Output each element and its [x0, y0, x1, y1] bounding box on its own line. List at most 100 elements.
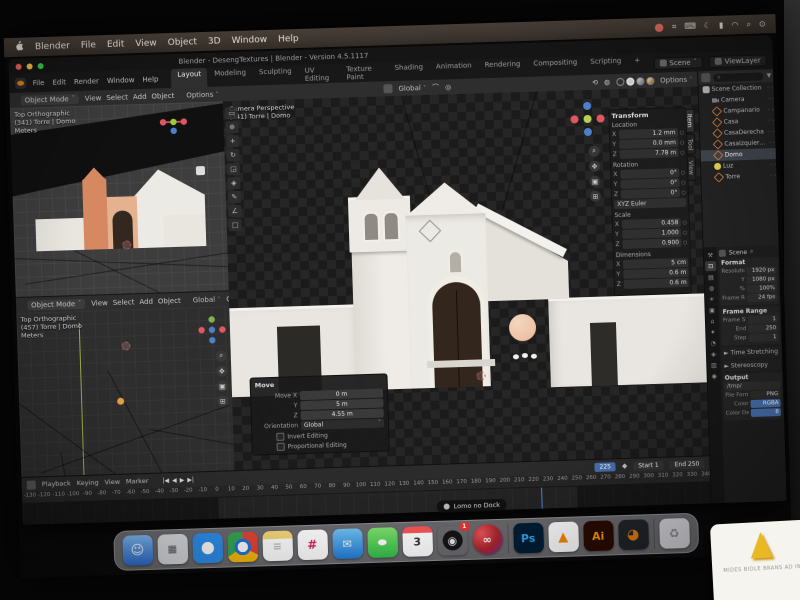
properties-tab-icon[interactable]: ▥ [708, 360, 719, 370]
dock-app-icon[interactable]: # [297, 529, 328, 560]
properties-tab-icon[interactable]: ◍ [706, 283, 717, 293]
visibility-icons[interactable]: ◦◦ [769, 162, 777, 168]
visibility-icons[interactable]: ◦◦ [767, 107, 775, 113]
keyframe-dot-icon[interactable]: ○ [681, 169, 686, 175]
viewport-b-canvas[interactable]: Top Orthographic(457) Torre | DomoMeters [16, 306, 234, 478]
menubar-item[interactable]: Object [168, 37, 198, 48]
timeline-menu-item[interactable]: Keying [77, 478, 99, 487]
location-field[interactable]: 7.78 m [620, 148, 679, 159]
minimize-window-button[interactable] [26, 63, 32, 69]
topbar-menu-item[interactable]: Edit [52, 78, 66, 86]
playhead[interactable]: 225 [541, 488, 543, 510]
menubar-item[interactable]: Help [278, 33, 299, 44]
apple-menu-icon[interactable] [14, 40, 24, 55]
keyframe-dot-icon[interactable]: ○ [683, 229, 688, 235]
property-field[interactable]: 1 [748, 333, 778, 342]
dock-app-icon[interactable]: Ps [513, 523, 544, 554]
close-window-button[interactable] [16, 63, 22, 69]
overlays-toggle-icon[interactable]: ◍ [604, 78, 610, 86]
camera-view-icon[interactable]: ▣ [217, 380, 228, 391]
workspace-tab[interactable]: UV Editing [298, 63, 339, 84]
snap-magnet-icon[interactable]: ⌒ [432, 82, 439, 92]
property-field[interactable]: 8 [751, 408, 781, 417]
dock-app-icon[interactable]: ⬬ [367, 527, 398, 558]
frame-end-field[interactable]: End 250 [670, 459, 705, 469]
auto-key-icon[interactable]: ◆ [622, 462, 628, 470]
keyframe-dot-icon[interactable]: ○ [681, 189, 686, 195]
properties-tab-icon[interactable]: ⊡ [705, 261, 716, 271]
transform-orientation-dropdown[interactable]: Global ˅ [398, 84, 426, 93]
collapsed-panel[interactable]: ► Stereoscopy [722, 359, 781, 372]
dock-app-icon[interactable]: ◕ [618, 519, 649, 550]
church-right-wing[interactable] [163, 214, 206, 247]
proportional-edit-icon[interactable]: ◎ [445, 83, 451, 91]
current-frame-field[interactable]: 225 [594, 462, 616, 472]
menubar-item[interactable]: 3D [208, 36, 221, 46]
keyframe-dot-icon[interactable]: ○ [680, 139, 685, 145]
viewport-bottom-left[interactable]: Object Mode˅ ViewSelectAddObject Global … [16, 290, 236, 478]
viewport-menu-item[interactable]: Add [139, 297, 153, 305]
topbar-menu-item[interactable]: Window [107, 76, 135, 85]
visibility-icons[interactable]: ◦◦ [767, 85, 775, 91]
viewport-top-left[interactable]: Object Mode˅ ViewSelectAddObject Options… [9, 86, 229, 297]
visibility-icons[interactable]: ◦◦ [767, 96, 775, 102]
property-field[interactable]: 1 [748, 315, 778, 324]
dock-app-icon[interactable] [227, 532, 258, 563]
menubar-item[interactable]: View [135, 38, 157, 49]
status-icon[interactable]: ⊙ [759, 19, 766, 28]
wireframe-shading-button[interactable] [616, 77, 624, 85]
workspace-tab[interactable]: Modeling [208, 66, 252, 87]
transport-button[interactable]: ◀ [172, 477, 177, 484]
workspace-tab[interactable]: Texture Paint [340, 62, 388, 83]
orientation-select[interactable]: Global˅ [301, 419, 384, 431]
mode-dropdown[interactable]: Object Mode˅ [21, 93, 79, 105]
operator-checkbox[interactable]: Proportional Editing [277, 439, 385, 450]
operator-title[interactable]: Move [255, 378, 383, 390]
pan-icon[interactable]: ✥ [589, 161, 600, 172]
keyframe-dot-icon[interactable]: ○ [681, 179, 686, 185]
workspace-tab[interactable]: Compositing [527, 56, 583, 78]
visibility-icons[interactable]: ◦◦ [769, 173, 777, 179]
topbar-menu-item[interactable]: Help [142, 75, 158, 83]
visibility-icons[interactable]: ◦◦ [768, 118, 776, 124]
location-field[interactable]: 1.2 mm [619, 128, 678, 139]
properties-tab-icon[interactable]: ◔ [707, 338, 718, 348]
viewport-menu-item[interactable]: Select [113, 298, 135, 307]
status-icon[interactable]: ⌨ [684, 22, 696, 31]
property-field[interactable]: 24 fps [747, 293, 777, 302]
church-left-wing[interactable] [35, 218, 86, 252]
tool-icon[interactable]: ⊕ [225, 121, 238, 133]
rotation-field[interactable]: 0° [620, 178, 679, 189]
property-field[interactable]: 250 [748, 324, 778, 333]
scale-field[interactable]: 0.458 [622, 218, 681, 229]
tool-icon[interactable]: ∠ [228, 205, 241, 217]
properties-tab-icon[interactable]: ☀ [706, 294, 717, 304]
status-icon[interactable]: ● [654, 21, 664, 34]
church-tower[interactable] [82, 179, 108, 250]
dock-app-icon[interactable]: ▲ [548, 521, 579, 552]
menubar-item[interactable]: Blender [35, 41, 70, 52]
transport-button[interactable]: |◀ [162, 477, 169, 484]
property-field[interactable]: 1080 px [747, 275, 777, 284]
property-field[interactable]: 100% [747, 284, 777, 293]
dock-app-icon[interactable]: ≡ [262, 530, 293, 561]
rendered-shading-button[interactable] [646, 76, 654, 84]
tool-icon[interactable]: □ [229, 219, 242, 231]
workspace-tab[interactable]: Layout [171, 67, 207, 88]
sphere-object[interactable] [509, 314, 537, 342]
mode-dropdown[interactable]: Object Mode˅ [27, 298, 85, 310]
location-field[interactable]: 0.0 mm [619, 138, 678, 149]
main-viewport-canvas[interactable]: Camera Perspective(341) Torre | Domo ▭⊕+… [223, 86, 709, 470]
zoom-icon[interactable]: ⌕ [588, 146, 599, 157]
viewport-menu-item[interactable]: Add [133, 92, 147, 100]
dock-app-icon[interactable]: ✉ [332, 528, 363, 559]
transform-panel-title[interactable]: Transform [611, 110, 683, 120]
viewport-a-canvas[interactable]: Top Orthographic(341) Torre | DomoMeters [10, 101, 229, 297]
workspace-tab[interactable]: Rendering [478, 57, 526, 78]
property-field[interactable]: 1920 px [746, 266, 776, 275]
dock-app-icon[interactable]: 3 [402, 526, 433, 557]
dock-app-icon[interactable]: ➤ [192, 533, 223, 564]
editor-type-icon[interactable] [27, 480, 36, 489]
dimension-field[interactable]: 0.6 m [624, 278, 689, 289]
scale-field[interactable]: 0.900 [622, 238, 681, 249]
